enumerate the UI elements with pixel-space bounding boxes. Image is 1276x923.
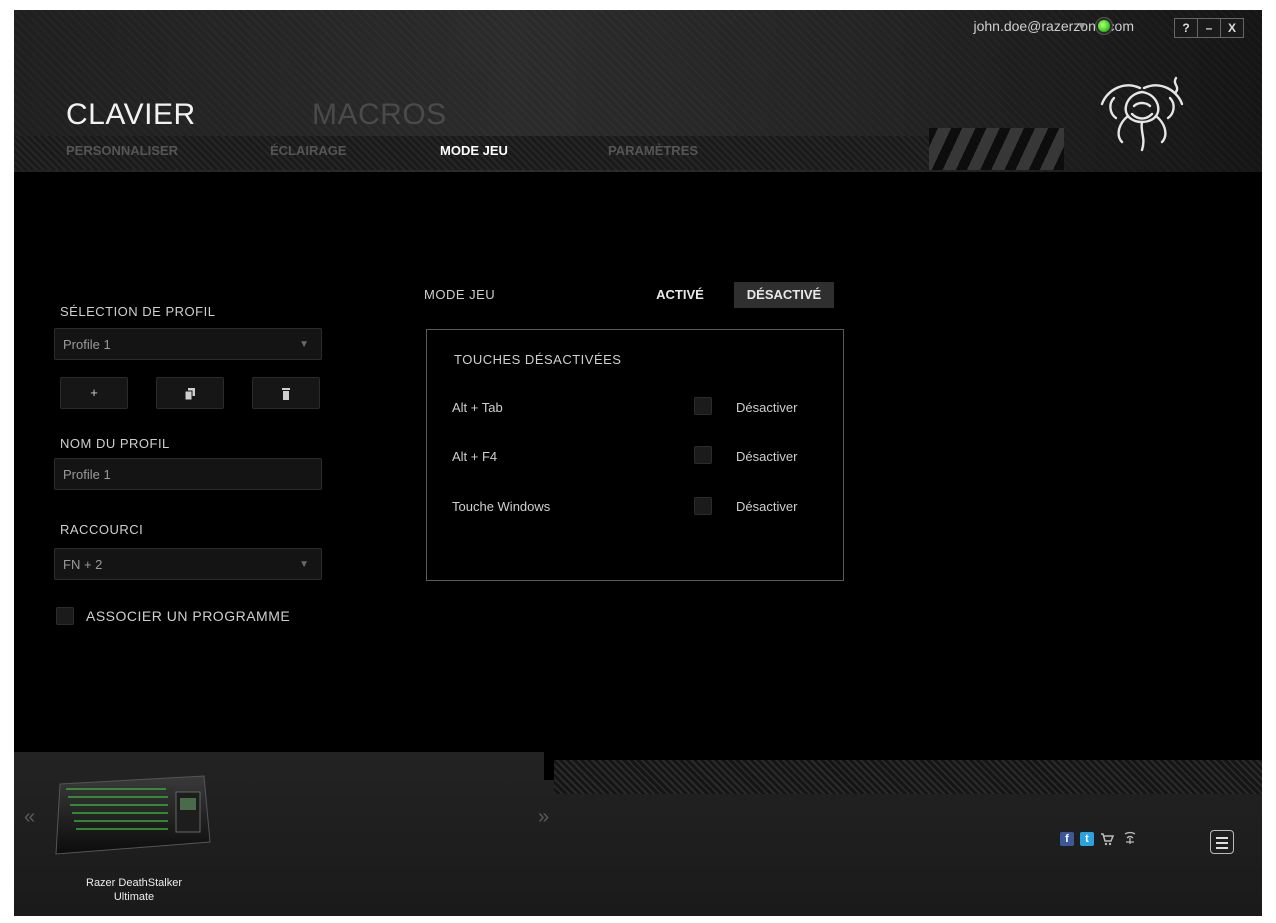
chevron-down-icon: ▼ [299, 559, 309, 570]
store-cart-icon[interactable] [1100, 832, 1114, 846]
facebook-icon[interactable]: f [1060, 832, 1074, 846]
game-mode-off-button[interactable]: DÉSACTIVÉ [734, 282, 834, 308]
subtab-mode-jeu[interactable]: MODE JEU [440, 143, 508, 158]
profile-name-label: NOM DU PROFIL [60, 436, 170, 451]
game-mode-label: MODE JEU [424, 287, 496, 302]
minimize-button[interactable]: – [1197, 18, 1221, 38]
chevron-down-icon: ▼ [299, 339, 309, 350]
menu-bar [1216, 837, 1228, 839]
synapse-window: john.doe@razerzone.com ▼ ? – X CLAVIER M… [14, 10, 1262, 916]
profile-name-input[interactable]: Profile 1 [54, 458, 322, 490]
menu-bar [1216, 847, 1228, 849]
header-decoration [929, 128, 1064, 170]
subtab-personnaliser[interactable]: PERSONNALISER [66, 143, 178, 158]
profile-select-value: Profile 1 [63, 337, 111, 352]
account-dropdown-arrow-icon[interactable]: ▼ [1076, 19, 1088, 33]
subtab-parametres[interactable]: PARAMÈTRES [608, 143, 698, 158]
next-device-arrow-icon[interactable]: » [538, 806, 549, 829]
shortcut-select[interactable]: FN + 2 ▼ [54, 548, 322, 580]
copy-icon [184, 387, 195, 401]
help-button[interactable]: ? [1174, 18, 1198, 38]
device-name: Razer DeathStalker Ultimate [44, 876, 224, 904]
disable-alt-tab-label: Désactiver [736, 400, 798, 415]
duplicate-profile-button[interactable] [156, 377, 224, 409]
keyboard-device-image[interactable] [52, 772, 212, 860]
disabled-keys-title: TOUCHES DÉSACTIVÉES [454, 352, 622, 367]
device-name-line1: Razer DeathStalker [86, 877, 182, 889]
disable-windows-key-label: Désactiver [736, 499, 798, 514]
add-profile-button[interactable]: + [60, 377, 128, 409]
disable-alt-tab-checkbox[interactable] [694, 397, 712, 415]
tab-macros[interactable]: MACROS [312, 98, 447, 132]
prev-device-arrow-icon[interactable]: « [24, 806, 35, 829]
razer-snake-icon[interactable] [1122, 830, 1138, 846]
window-controls: ? – X [1174, 18, 1244, 38]
profile-select[interactable]: Profile 1 ▼ [54, 328, 322, 360]
trash-icon [282, 387, 290, 400]
device-name-line2: Ultimate [113, 891, 155, 903]
close-button[interactable]: X [1220, 18, 1244, 38]
menu-bar [1216, 842, 1228, 844]
razer-logo-icon [1100, 76, 1184, 152]
footer-decoration [554, 760, 1262, 794]
key-alt-f4-label: Alt + F4 [452, 449, 498, 464]
online-status-icon [1098, 20, 1110, 32]
tab-clavier[interactable]: CLAVIER [66, 98, 196, 132]
disable-alt-f4-label: Désactiver [736, 449, 798, 464]
shortcut-select-value: FN + 2 [63, 557, 103, 572]
profile-selection-label: SÉLECTION DE PROFIL [60, 304, 216, 319]
key-windows-label: Touche Windows [452, 499, 551, 514]
subtab-eclairage[interactable]: ÉCLAIRAGE [270, 143, 347, 158]
link-program-label: ASSOCIER UN PROGRAMME [86, 608, 291, 624]
menu-button[interactable] [1210, 830, 1234, 854]
link-program-checkbox[interactable] [56, 607, 74, 625]
disable-alt-f4-checkbox[interactable] [694, 446, 712, 464]
shortcut-label: RACCOURCI [60, 522, 144, 537]
twitter-icon[interactable]: t [1080, 832, 1094, 846]
delete-profile-button[interactable] [252, 377, 320, 409]
key-alt-tab-label: Alt + Tab [452, 400, 503, 415]
sub-navigation: PERSONNALISER ÉCLAIRAGE MODE JEU PARAMÈT… [14, 136, 1054, 170]
disable-windows-key-checkbox[interactable] [694, 497, 712, 515]
game-mode-on-button[interactable]: ACTIVÉ [630, 282, 730, 308]
